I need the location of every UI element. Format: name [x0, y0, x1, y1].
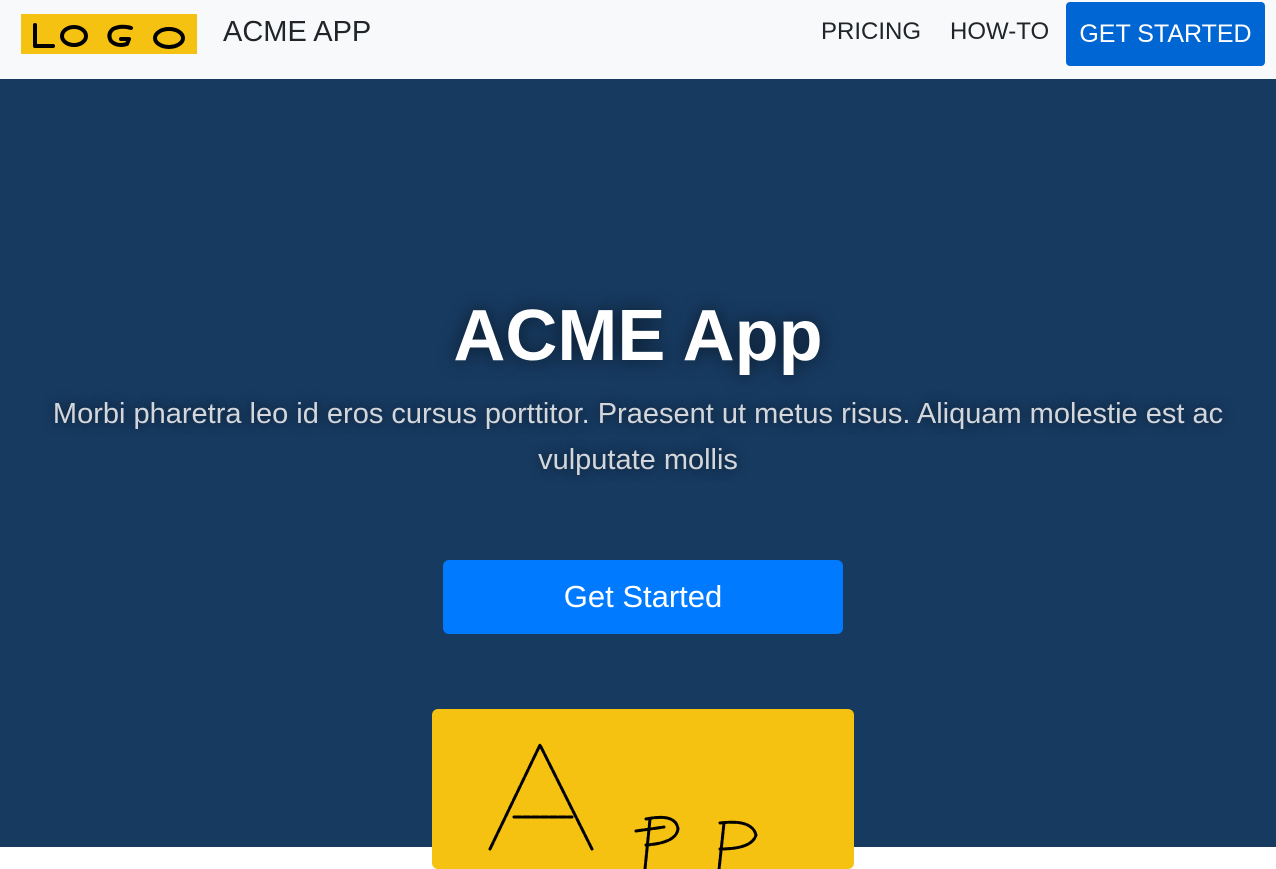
get-started-button[interactable]: Get Started [443, 560, 843, 634]
get-started-nav-button[interactable]: GET STARTED [1066, 2, 1265, 66]
hero-subtitle: Morbi pharetra leo id eros cursus portti… [52, 398, 1224, 476]
navbar: ACME APP PRICING HOW-TO GET STARTED [0, 0, 1276, 79]
nav-link-pricing[interactable]: PRICING [821, 16, 921, 48]
hero-section: ACME App Morbi pharetra leo id eros curs… [0, 79, 1276, 869]
app-image [432, 709, 854, 869]
nav-link-how-to[interactable]: HOW-TO [950, 16, 1049, 48]
brand-name[interactable]: ACME APP [223, 14, 371, 50]
hero-title: ACME App [453, 296, 823, 376]
logo-image[interactable] [21, 14, 197, 54]
